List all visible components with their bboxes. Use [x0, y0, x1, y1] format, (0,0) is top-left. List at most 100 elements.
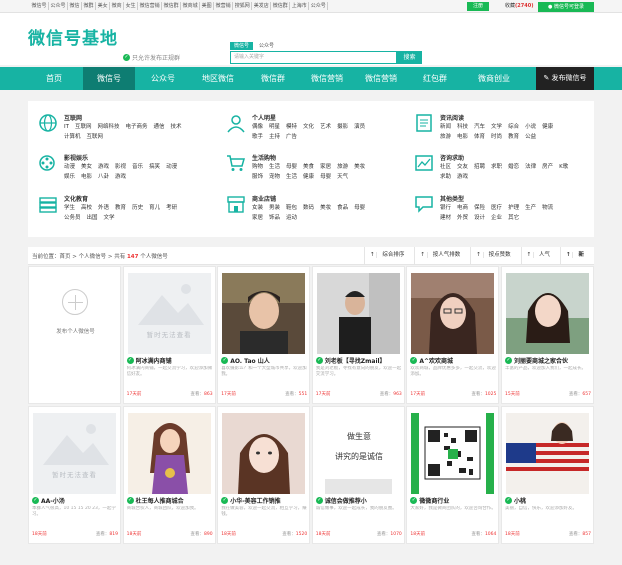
category-title[interactable]: 其他类型 [440, 194, 464, 203]
category-tag[interactable]: 社区 [440, 164, 451, 171]
category-tag[interactable]: 小说 [525, 124, 536, 131]
card-name[interactable]: ✓ 微微商行业 [410, 496, 498, 505]
category-tag[interactable]: 歌手 [252, 134, 263, 141]
category-tag[interactable]: 外语 [98, 205, 109, 212]
category-tag[interactable]: 教育 [115, 205, 126, 212]
category-tag[interactable]: 动漫 [64, 164, 75, 171]
category-tag[interactable]: 母婴 [320, 174, 331, 181]
category-tag[interactable]: 女装 [252, 205, 263, 212]
card-name[interactable]: ✓ 刘丽要商城之家合伙 [505, 356, 593, 365]
category-title[interactable]: 资讯阅读 [440, 113, 464, 122]
category-tag[interactable]: 教育 [508, 134, 519, 141]
category-tag[interactable]: 学生 [64, 205, 75, 212]
top-link[interactable]: 微商城 [181, 2, 201, 10]
register-button[interactable]: 注册 [467, 2, 489, 11]
category-tag[interactable]: 明星 [269, 124, 280, 131]
category-tag[interactable]: 物流 [542, 205, 553, 212]
category-tag[interactable]: 公益 [525, 134, 536, 141]
nav-marketing[interactable]: 微信营销 [301, 67, 353, 90]
category-tag[interactable]: 求助 [440, 174, 451, 181]
category-tag[interactable]: 互联网 [87, 134, 104, 141]
breadcrumb-path[interactable]: 当前位置：首页 > 个人微信号 > 共有 [32, 254, 125, 260]
category-tag[interactable]: 综合 [508, 124, 519, 131]
category-title[interactable]: 商业店铺 [252, 194, 276, 203]
card-photo[interactable]: 做生意 讲究的是诚信 [316, 413, 400, 494]
card-name[interactable]: ✓ A^欢欢商城 [410, 356, 498, 365]
category-tag[interactable]: 运动 [286, 215, 297, 222]
top-link[interactable]: 美图 [200, 2, 215, 10]
nav-region[interactable]: 地区微信 [191, 67, 245, 90]
category-tag[interactable]: 医疗 [491, 205, 502, 212]
site-logo[interactable]: 微信号基地 [28, 29, 118, 49]
category-tag[interactable]: 法律 [525, 164, 536, 171]
wechat-card[interactable]: ✓ 刘丽要商城之家合伙 丰富的产品，欢迎加入我们，一起成长。 15天前 查看：657 [501, 266, 594, 404]
category-tag[interactable]: 互联网 [75, 124, 92, 131]
sort-default[interactable]: ↑ 综合排序 [363, 247, 414, 264]
category-tag[interactable]: K歌 [559, 164, 568, 171]
category-tag[interactable]: 历史 [132, 205, 143, 212]
wechat-card[interactable]: ✓ 杜王每人推商城合 商城合伙人，商城团队，欢迎加我。 18天前 查看：890 [122, 406, 216, 544]
top-link[interactable]: 上海市 [290, 2, 310, 10]
category-tag[interactable]: 服饰 [252, 174, 263, 181]
category-tag[interactable]: 其它 [508, 215, 519, 222]
nav-marketing-2[interactable]: 微信营销 [355, 67, 407, 90]
top-link[interactable]: 微信号 [30, 2, 50, 10]
category-tag[interactable]: 主持 [269, 134, 280, 141]
category-tag[interactable]: 母婴 [286, 164, 297, 171]
category-tag[interactable]: 演员 [354, 124, 365, 131]
category-tag[interactable]: 生活 [286, 174, 297, 181]
top-link[interactable]: 搜狐网 [233, 2, 253, 10]
category-tag[interactable]: 音乐 [132, 164, 143, 171]
card-photo[interactable] [316, 273, 400, 354]
category-tag[interactable]: 搞笑 [149, 164, 160, 171]
category-tag[interactable]: 家居 [320, 164, 331, 171]
top-link[interactable]: 女生 [124, 2, 139, 10]
sort-popularity[interactable]: ↑ 按人气排数 [414, 247, 470, 264]
card-name[interactable]: ✓ 小华-美容工作销推 [221, 496, 309, 505]
category-tag[interactable]: 时尚 [491, 134, 502, 141]
category-tag[interactable]: 动漫 [166, 164, 177, 171]
category-tag[interactable]: 文化 [303, 124, 314, 131]
category-tag[interactable]: 考研 [166, 205, 177, 212]
wechat-login-button[interactable]: ● 微信号可登录 [538, 2, 594, 12]
category-tag[interactable]: 美女 [81, 164, 92, 171]
category-tag[interactable]: 外贸 [457, 215, 468, 222]
category-tag[interactable]: 育儿 [149, 205, 160, 212]
card-name[interactable]: ✓ 诚信会做推荐小 [315, 496, 404, 505]
card-name[interactable]: ✓ 杜王每人推商城合 [126, 496, 215, 505]
top-link[interactable]: 微信群 [271, 2, 291, 10]
card-photo[interactable] [411, 413, 495, 494]
category-tag[interactable]: 购物 [252, 164, 263, 171]
card-photo[interactable]: 暂时无法查看 [33, 413, 116, 494]
wechat-card[interactable]: ✓ A^欢欢商城 欢欢商城，品牌优惠多多，一起交流，欢迎添加。 17天前 查看：1025 [406, 266, 500, 404]
category-title[interactable]: 生活购物 [252, 153, 276, 162]
category-tag[interactable]: 生活 [269, 164, 280, 171]
card-name[interactable]: ✓ 小桃 [505, 496, 593, 505]
category-tag[interactable]: 健康 [303, 174, 314, 181]
category-tag[interactable]: 旅游 [440, 134, 451, 141]
top-link[interactable]: 微商 [110, 2, 125, 10]
category-tag[interactable]: 游戏 [115, 174, 126, 181]
category-tag[interactable]: 食品 [337, 205, 348, 212]
favorites-link[interactable]: 收藏(2740) [505, 2, 534, 11]
card-name[interactable]: ✓ AO. Tao 山人 [221, 356, 309, 365]
category-tag[interactable]: 网络科技 [98, 124, 120, 131]
category-tag[interactable]: 婚恋 [508, 164, 519, 171]
category-title[interactable]: 互联网 [64, 113, 82, 122]
top-link[interactable]: 微信 [68, 2, 83, 10]
top-link[interactable]: 美发店 [252, 2, 272, 10]
category-tag[interactable]: 房产 [542, 164, 553, 171]
category-tag[interactable]: 公务员 [64, 215, 81, 222]
add-wechat-card[interactable]: 发布个人微信号 [28, 266, 121, 404]
publish-button[interactable]: ✎ 发布微信号 [536, 67, 594, 90]
card-photo[interactable] [127, 413, 211, 494]
category-tag[interactable]: 八卦 [98, 174, 109, 181]
nav-business[interactable]: 微商创业 [463, 67, 525, 90]
category-title[interactable]: 影视娱乐 [64, 153, 88, 162]
card-name[interactable]: ✓ 刘老板【寻找Zmail】 [315, 356, 404, 365]
top-link[interactable]: 公众号 [309, 2, 329, 10]
category-tag[interactable]: 体育 [474, 134, 485, 141]
sort-hot[interactable]: ↑ 人气 [520, 247, 560, 264]
card-photo[interactable] [506, 273, 589, 354]
wechat-card[interactable]: ✓ 刘老板【寻找Zmail】 我是刘老板，寻找有意向的朋友，欢迎一起交流学习。 17天… [311, 266, 405, 404]
